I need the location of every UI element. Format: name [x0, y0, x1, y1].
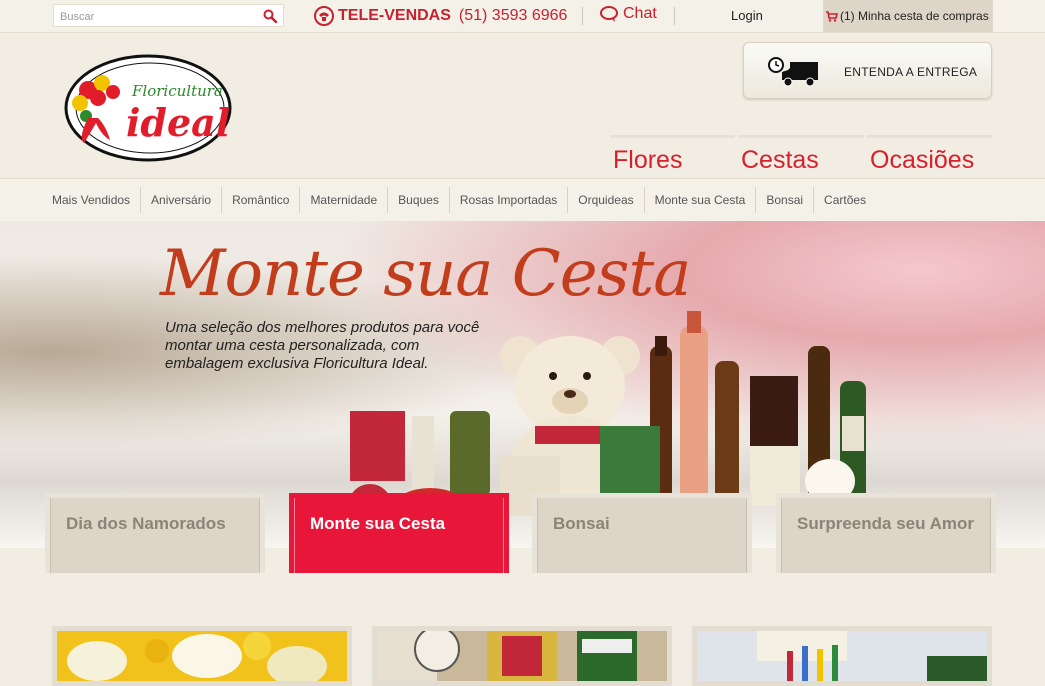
delivery-info-button[interactable]: ENTENDA A ENTREGA — [743, 42, 992, 99]
floricultura-ideal-logo: Floricultura ideal — [64, 54, 232, 162]
promo-tab-label: Dia dos Namorados — [66, 514, 226, 533]
chat-label: Chat — [623, 5, 657, 22]
phone-number[interactable]: (51) 3593 6966 — [459, 7, 568, 25]
category-nav: Mais Vendidos Aniversário Romântico Mate… — [0, 178, 1045, 221]
nav-item-orquideas[interactable]: Orquideas — [567, 187, 643, 213]
product-card[interactable] — [52, 626, 352, 686]
tab-frame — [294, 498, 504, 573]
promo-tab-monte-sua-cesta[interactable]: Monte sua Cesta — [289, 493, 509, 573]
svg-text:ideal: ideal — [126, 100, 230, 145]
product-image-basket-items — [377, 631, 667, 681]
nav-item-mais-vendidos[interactable]: Mais Vendidos — [42, 187, 140, 213]
nav-item-bonsai[interactable]: Bonsai — [755, 187, 813, 213]
promo-tab-dia-dos-namorados[interactable]: Dia dos Namorados — [45, 493, 265, 573]
nav-item-maternidade[interactable]: Maternidade — [299, 187, 387, 213]
product-image-flowers — [57, 631, 347, 681]
cart-button[interactable]: (1) Minha cesta de compras — [823, 0, 993, 32]
promo-tab-label: Monte sua Cesta — [310, 514, 446, 533]
promo-tab-label: Surpreenda seu Amor — [797, 514, 974, 533]
tab-label: Flores — [613, 146, 683, 174]
promo-tab-label: Bonsai — [553, 514, 610, 533]
tab-ocasioes[interactable]: Ocasiões — [867, 135, 992, 175]
tab-frame — [50, 498, 260, 573]
nav-item-buques[interactable]: Buques — [387, 187, 449, 213]
login-link[interactable]: Login — [731, 8, 763, 23]
cart-icon — [826, 10, 838, 22]
nav-item-rosas-importadas[interactable]: Rosas Importadas — [448, 187, 567, 213]
tele-vendas: TELE-VENDAS (51) 3593 6966 — [314, 6, 567, 26]
phone-icon — [314, 6, 334, 26]
search-icon[interactable] — [263, 9, 277, 23]
search-input[interactable] — [58, 7, 262, 26]
tab-label: Cestas — [741, 146, 819, 174]
logo[interactable]: Floricultura ideal — [58, 48, 234, 166]
product-image-birthday — [697, 631, 987, 681]
nav-item-aniversario[interactable]: Aniversário — [140, 187, 221, 213]
promo-tab-bonsai[interactable]: Bonsai — [532, 493, 752, 573]
nav-item-cartoes[interactable]: Cartões — [813, 187, 876, 213]
divider — [582, 7, 583, 25]
tele-vendas-label: TELE-VENDAS — [338, 7, 451, 24]
hero-title: Monte sua Cesta — [160, 237, 691, 311]
cart-label: (1) Minha cesta de compras — [840, 9, 989, 23]
svg-text:Floricultura: Floricultura — [131, 82, 223, 100]
search-box — [53, 4, 284, 27]
delivery-label: ENTENDA A ENTREGA — [844, 65, 978, 79]
tab-frame — [537, 498, 747, 573]
nav-item-romantico[interactable]: Romântico — [221, 187, 299, 213]
product-card[interactable] — [692, 626, 992, 686]
top-bar: TELE-VENDAS (51) 3593 6966 Chat Login (1… — [0, 0, 1045, 33]
tab-label: Ocasiões — [870, 146, 975, 174]
product-card[interactable] — [372, 626, 672, 686]
chat-link[interactable]: Chat — [599, 5, 657, 23]
nav-item-monte-sua-cesta[interactable]: Monte sua Cesta — [643, 187, 756, 213]
promo-tab-surpreenda-seu-amor[interactable]: Surpreenda seu Amor — [776, 493, 996, 573]
delivery-truck-icon — [768, 57, 818, 87]
tab-cestas[interactable]: Cestas — [738, 135, 864, 175]
tab-flores[interactable]: Flores — [610, 135, 735, 175]
chat-bubble-icon — [600, 6, 618, 22]
tab-frame — [781, 498, 991, 573]
divider — [674, 7, 675, 25]
